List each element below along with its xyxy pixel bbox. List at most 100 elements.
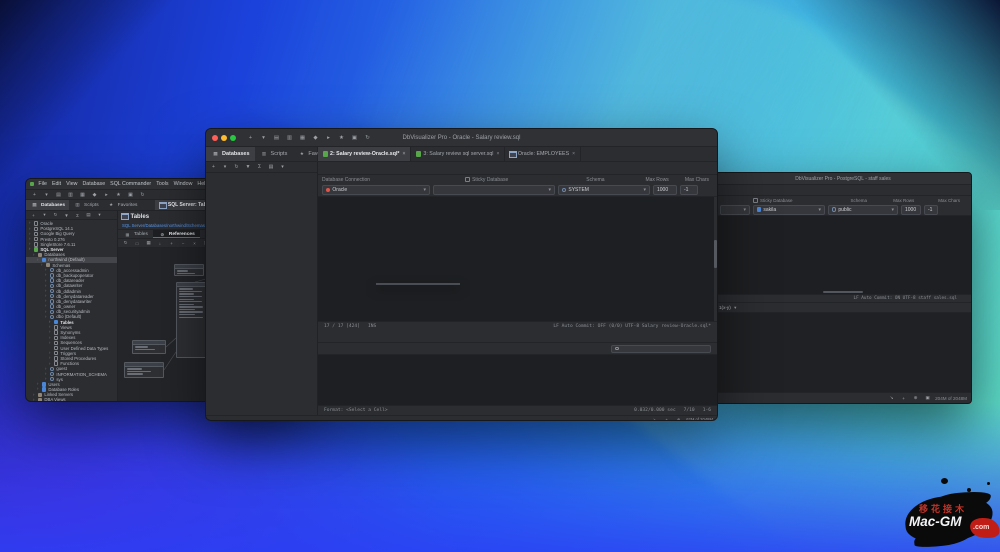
er-table-box[interactable] <box>124 362 164 378</box>
save-icon[interactable]: ▦ <box>298 133 307 142</box>
connection-dropdown[interactable]: Oracle ▾ <box>322 185 430 195</box>
window-postgresql-staff-sales[interactable]: DbVisualizer Pro - PostgreSQL - staff sa… <box>714 172 972 404</box>
chevron-down-icon[interactable]: ▾ <box>40 211 49 220</box>
menu-window[interactable]: Window <box>174 181 193 187</box>
minimize-button[interactable] <box>221 135 227 141</box>
tab-favorites[interactable]: ★Favorites <box>103 200 142 210</box>
refresh-icon[interactable]: ↻ <box>232 163 241 172</box>
star-icon[interactable]: ★ <box>114 190 123 199</box>
resize-icon[interactable]: ↘ <box>650 415 659 422</box>
database-dropdown[interactable]: ▾ <box>433 185 555 195</box>
refresh-icon[interactable]: ↻ <box>51 211 60 220</box>
plus-icon[interactable]: + <box>899 394 908 403</box>
copy-icon[interactable]: ▤ <box>272 133 281 142</box>
add-icon[interactable]: + <box>29 211 38 220</box>
monitor-icon[interactable]: ▣ <box>126 190 135 199</box>
memory-indicator[interactable]: 62M of 2048M <box>686 417 713 422</box>
grid-icon[interactable]: ▦ <box>144 239 153 248</box>
close-icon[interactable]: × <box>572 151 575 157</box>
close-icon[interactable]: × <box>403 151 406 157</box>
duplicate-icon[interactable]: ▥ <box>285 133 294 142</box>
connection-dropdown[interactable]: ▾ <box>720 205 750 215</box>
database-dropdown[interactable]: sakila ▾ <box>753 205 825 215</box>
max-chars-field[interactable]: -1 <box>680 185 698 195</box>
pen-icon[interactable]: ▸ <box>102 190 111 199</box>
chevron-down-icon[interactable]: ▾ <box>259 133 268 142</box>
copy-icon[interactable]: ▤ <box>54 190 63 199</box>
tab-scripts[interactable]: ▥Scripts <box>255 147 293 161</box>
pen-icon[interactable]: ▸ <box>324 133 333 142</box>
add-icon[interactable]: + <box>209 163 218 172</box>
duplicate-icon[interactable]: ▥ <box>66 190 75 199</box>
trash-icon[interactable]: ▣ <box>923 394 932 403</box>
refresh-icon[interactable]: ↻ <box>138 190 147 199</box>
filter-icon[interactable]: ▼ <box>62 211 71 220</box>
maximize-button[interactable] <box>230 135 236 141</box>
monitor-icon[interactable]: ▣ <box>350 133 359 142</box>
search-field[interactable] <box>621 346 701 351</box>
max-rows-field[interactable]: 1000 <box>653 185 677 195</box>
close-icon[interactable]: × <box>496 151 499 157</box>
tree-item-dba-views[interactable]: ›DBA Views <box>26 397 117 402</box>
menu-sql-commander[interactable]: SQL Commander <box>110 181 151 187</box>
chevron-down-icon[interactable]: ▾ <box>95 211 104 220</box>
subtab-references[interactable]: ⚙References <box>153 230 200 238</box>
menu-tools[interactable]: Tools <box>156 181 168 187</box>
sort-icon[interactable]: Σ <box>73 211 82 220</box>
layout-icon[interactable]: ▤ <box>84 211 93 220</box>
grid-search-input[interactable] <box>611 345 711 353</box>
save-icon[interactable]: ▦ <box>78 190 87 199</box>
chevron-down-icon[interactable]: ▾ <box>42 190 51 199</box>
v-scrollbar[interactable] <box>714 197 717 321</box>
editor-tab-oracle-employees[interactable]: Oracle: EMPLOYEES× <box>505 147 581 161</box>
max-rows-field[interactable]: 1000 <box>901 205 921 215</box>
editor-tab-3-salary-review-sql-server-sql[interactable]: 3: Salary review sql server.sql× <box>411 147 505 161</box>
sticky-database-checkbox[interactable] <box>465 177 470 182</box>
star-icon[interactable]: ★ <box>337 133 346 142</box>
tab-databases[interactable]: ▤Databases <box>206 147 255 161</box>
memory-indicator[interactable]: 204M of 2048M <box>935 396 967 401</box>
sticky-database-checkbox[interactable] <box>753 198 758 203</box>
menu-view[interactable]: View <box>66 181 77 187</box>
window-oracle-salary-review[interactable]: +▾▤▥▦◆▸★▣↻ DbVisualizer Pro - Oracle - S… <box>205 128 718 421</box>
refresh-icon[interactable]: ↻ <box>121 239 130 248</box>
editor-tab-2-salary-review-oracle-sql[interactable]: 2: Salary review-Oracle.sql*× <box>318 147 411 161</box>
er-table-box[interactable] <box>132 340 166 354</box>
schema-dropdown[interactable]: SYSTEM ▾ <box>558 185 650 195</box>
schema-dropdown[interactable]: public ▾ <box>828 205 898 215</box>
fit-icon[interactable]: × <box>190 239 199 248</box>
menu-edit[interactable]: Edit <box>52 181 61 187</box>
er-table-box[interactable] <box>174 264 204 276</box>
resize-icon[interactable]: ↘ <box>887 394 896 403</box>
target-icon[interactable]: ⊕ <box>674 415 683 422</box>
menu-file[interactable]: File <box>38 181 47 187</box>
chart-tab[interactable]: 1(x-y) <box>719 305 731 310</box>
subtab-tables[interactable]: ▦Tables <box>118 230 153 238</box>
close-button[interactable] <box>212 135 218 141</box>
add-icon[interactable]: + <box>30 190 39 199</box>
filter-icon[interactable]: ▼ <box>244 163 253 172</box>
connect-icon[interactable]: ◆ <box>311 133 320 142</box>
plus-icon[interactable]: + <box>662 415 671 422</box>
h-scrollbar[interactable] <box>715 290 971 294</box>
add-icon[interactable]: + <box>246 133 255 142</box>
chevron-down-icon[interactable]: ▾ <box>278 163 287 172</box>
sort-icon[interactable]: Σ <box>255 163 264 172</box>
chart-panel[interactable] <box>715 313 971 377</box>
target-icon[interactable]: ⊕ <box>911 394 920 403</box>
max-chars-field[interactable]: -1 <box>924 205 938 215</box>
connect-icon[interactable]: ◆ <box>90 190 99 199</box>
refresh-icon[interactable]: ↻ <box>363 133 372 142</box>
pause-icon[interactable]: □ <box>133 239 142 248</box>
result-grid[interactable] <box>318 355 717 405</box>
chevron-down-icon[interactable]: ▾ <box>221 163 230 172</box>
layout-icon[interactable]: ▤ <box>267 163 276 172</box>
zoom-in-icon[interactable]: + <box>167 239 176 248</box>
sql-editor[interactable] <box>715 216 971 290</box>
tab-databases[interactable]: ▤Databases <box>26 200 69 210</box>
zoom-out-icon[interactable]: − <box>179 239 188 248</box>
export-icon[interactable]: ↓ <box>156 239 165 248</box>
menu-database[interactable]: Database <box>82 181 105 187</box>
chevron-down-icon[interactable]: ▾ <box>731 303 740 312</box>
tab-scripts[interactable]: ▥Scripts <box>69 200 103 210</box>
